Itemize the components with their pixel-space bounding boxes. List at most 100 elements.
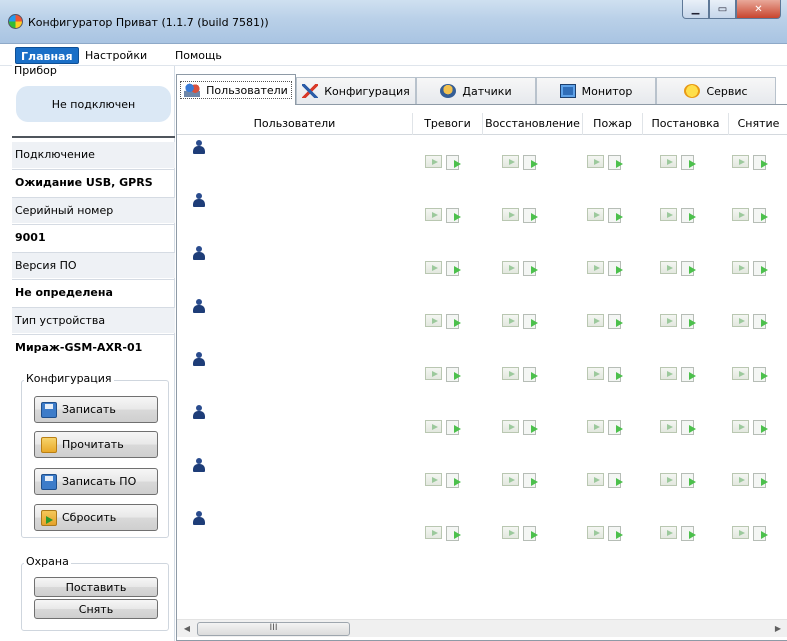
document-arrow-icon — [681, 420, 696, 435]
event-cell[interactable] — [425, 208, 465, 224]
config-icon — [302, 84, 319, 98]
envelope-icon — [732, 155, 749, 168]
event-cell[interactable] — [502, 261, 542, 277]
column-header-disarm[interactable]: Снятие — [729, 113, 787, 135]
title-bar: Конфигуратор Приват (1.1.7 (build 7581))… — [0, 0, 787, 44]
write-button[interactable]: Записать — [34, 396, 158, 423]
event-cell[interactable] — [660, 473, 700, 489]
event-cell[interactable] — [425, 473, 465, 489]
scroll-right-icon[interactable]: ▶ — [770, 622, 786, 636]
connection-value: Ожидание USB, GPRS — [12, 169, 175, 195]
firmware-label: Версия ПО — [12, 252, 175, 278]
event-cell[interactable] — [660, 314, 700, 330]
event-cell[interactable] — [587, 420, 627, 436]
envelope-icon — [502, 526, 519, 539]
table-row[interactable] — [177, 243, 787, 296]
horizontal-scrollbar[interactable]: ◀ III ▶ — [177, 619, 787, 637]
envelope-icon — [660, 314, 677, 327]
event-cell[interactable] — [425, 526, 465, 542]
event-cell[interactable] — [660, 367, 700, 383]
event-cell[interactable] — [502, 208, 542, 224]
event-cell[interactable] — [587, 526, 627, 542]
event-cell[interactable] — [732, 526, 772, 542]
event-cell[interactable] — [502, 473, 542, 489]
event-cell[interactable] — [660, 261, 700, 277]
tab-strip: Пользователи Конфигурация Датчики Монито… — [175, 74, 787, 105]
table-row[interactable] — [177, 137, 787, 190]
event-cell[interactable] — [425, 367, 465, 383]
tab-monitor[interactable]: Монитор — [536, 77, 656, 104]
event-cell[interactable] — [587, 367, 627, 383]
menu-item-help[interactable]: Помощь — [170, 47, 227, 64]
column-header-fire[interactable]: Пожар — [583, 113, 643, 135]
event-cell[interactable] — [425, 261, 465, 277]
event-cell[interactable] — [732, 208, 772, 224]
scroll-thumb[interactable]: III — [197, 622, 350, 636]
table-row[interactable] — [177, 190, 787, 243]
close-button[interactable]: ✕ — [736, 0, 781, 19]
event-cell[interactable] — [660, 155, 700, 171]
arm-button[interactable]: Поставить — [34, 577, 158, 597]
document-arrow-icon — [608, 208, 623, 223]
minimize-button[interactable]: ▁ — [682, 0, 709, 19]
tab-sensors-label: Датчики — [462, 84, 512, 98]
maximize-icon: ▭ — [717, 3, 728, 15]
window-controls: ▁ ▭ ✕ — [682, 0, 781, 19]
event-cell[interactable] — [732, 155, 772, 171]
write-firmware-button[interactable]: Записать ПО — [34, 468, 158, 495]
tab-config[interactable]: Конфигурация — [296, 77, 416, 104]
column-header-users[interactable]: Пользователи — [177, 113, 413, 135]
event-cell[interactable] — [425, 155, 465, 171]
envelope-icon — [587, 526, 604, 539]
tab-service[interactable]: Сервис — [656, 77, 776, 104]
event-cell[interactable] — [660, 208, 700, 224]
event-cell[interactable] — [587, 208, 627, 224]
table-row[interactable] — [177, 508, 787, 561]
user-icon — [193, 246, 205, 260]
scroll-left-icon[interactable]: ◀ — [179, 622, 195, 636]
table-row[interactable] — [177, 402, 787, 455]
event-cell[interactable] — [732, 314, 772, 330]
tab-users[interactable]: Пользователи — [176, 74, 296, 105]
event-cell[interactable] — [732, 367, 772, 383]
table-row[interactable] — [177, 296, 787, 349]
menu-item-settings[interactable]: Настройки — [80, 47, 152, 64]
event-cell[interactable] — [502, 367, 542, 383]
event-cell[interactable] — [660, 526, 700, 542]
event-cell[interactable] — [587, 314, 627, 330]
event-cell[interactable] — [502, 155, 542, 171]
column-header-restore[interactable]: Восстановление — [483, 113, 583, 135]
reset-button[interactable]: Сбросить — [34, 504, 158, 531]
maximize-button[interactable]: ▭ — [709, 0, 736, 19]
minimize-icon: ▁ — [691, 3, 700, 15]
event-cell[interactable] — [502, 420, 542, 436]
document-arrow-icon — [446, 314, 461, 329]
table-row[interactable] — [177, 455, 787, 508]
document-arrow-icon — [753, 367, 768, 382]
table-row[interactable] — [177, 349, 787, 402]
document-arrow-icon — [608, 155, 623, 170]
column-header-arm[interactable]: Постановка — [643, 113, 729, 135]
event-cell[interactable] — [732, 473, 772, 489]
document-arrow-icon — [523, 208, 538, 223]
event-cell[interactable] — [425, 314, 465, 330]
event-cell[interactable] — [660, 420, 700, 436]
event-cell[interactable] — [502, 526, 542, 542]
event-cell[interactable] — [587, 155, 627, 171]
tab-sensors[interactable]: Датчики — [416, 77, 536, 104]
disarm-button[interactable]: Снять — [34, 599, 158, 619]
event-cell[interactable] — [502, 314, 542, 330]
column-header-alarms[interactable]: Тревоги — [413, 113, 483, 135]
envelope-icon — [425, 155, 442, 168]
read-button[interactable]: Прочитать — [34, 431, 158, 458]
document-arrow-icon — [681, 208, 696, 223]
document-arrow-icon — [446, 155, 461, 170]
event-cell[interactable] — [587, 261, 627, 277]
event-cell[interactable] — [732, 261, 772, 277]
event-cell[interactable] — [587, 473, 627, 489]
event-cell[interactable] — [732, 420, 772, 436]
event-cell[interactable] — [425, 420, 465, 436]
user-icon — [193, 405, 205, 419]
document-arrow-icon — [523, 155, 538, 170]
menu-item-main[interactable]: Главная — [15, 47, 79, 64]
